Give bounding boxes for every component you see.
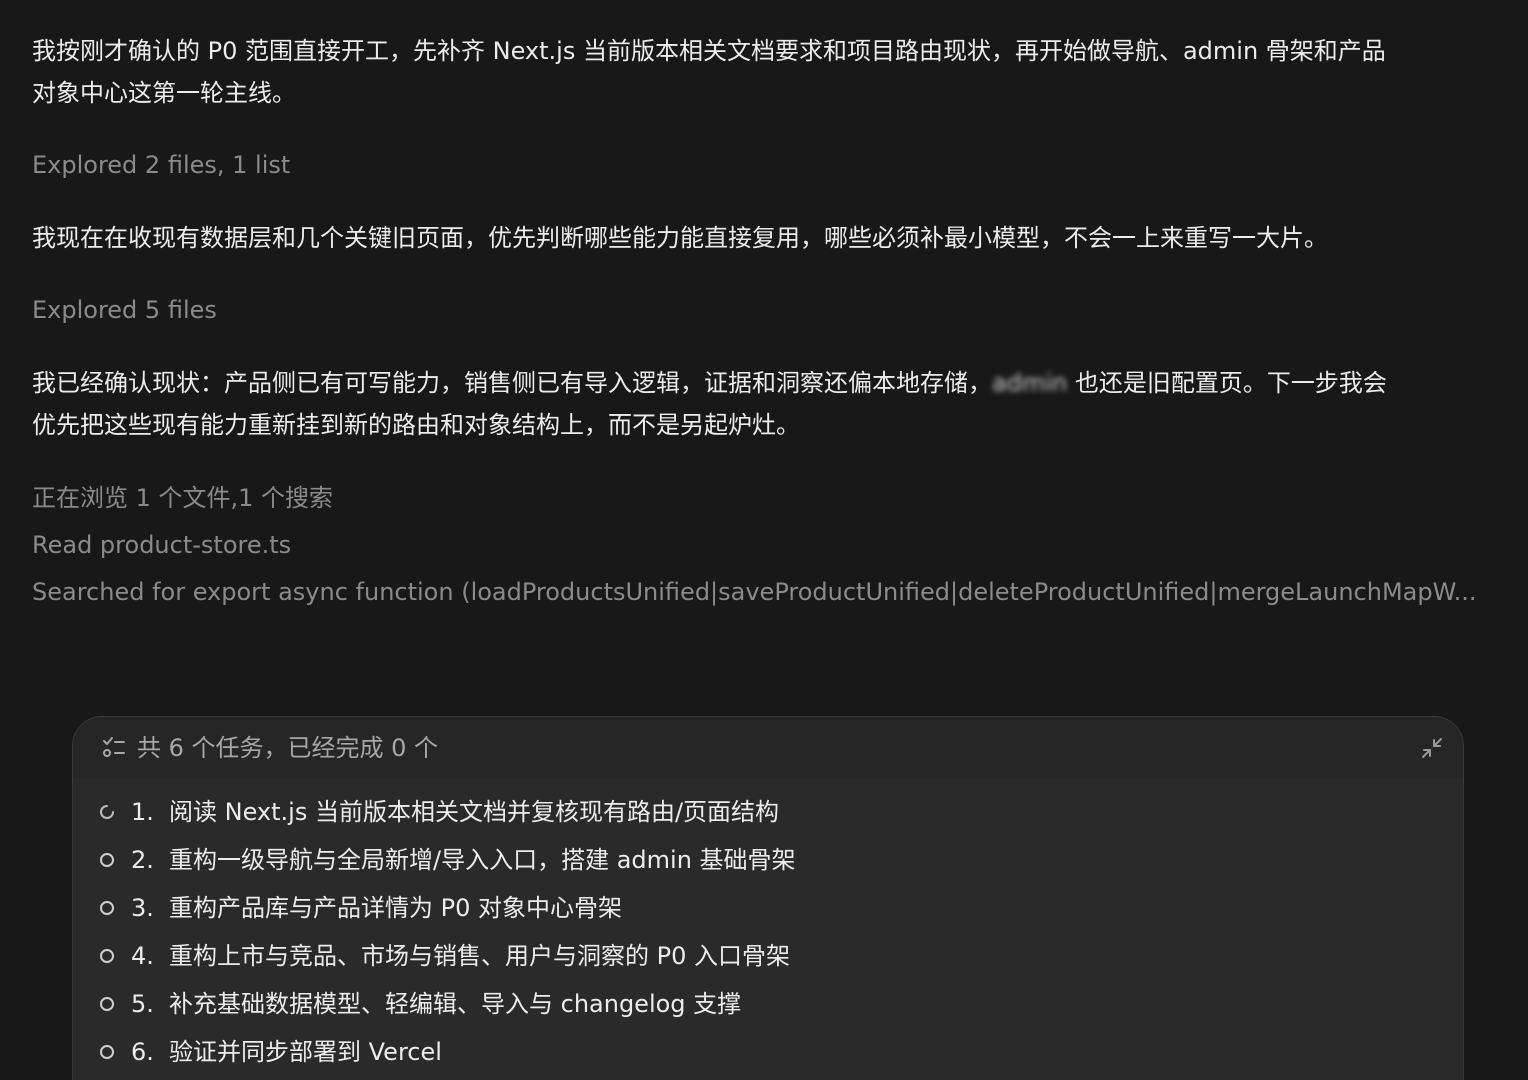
task-item[interactable]: 4. 重构上市与竞品、市场与销售、用户与洞察的 P0 入口骨架 <box>99 934 1399 978</box>
in-progress-spinner-icon <box>100 805 114 819</box>
task-text: 补充基础数据模型、轻编辑、导入与 changelog 支撑 <box>169 990 742 1018</box>
task-list: 1. 阅读 Next.js 当前版本相关文档并复核现有路由/页面结构 2. 重构… <box>73 779 1463 1080</box>
task-text: 重构一级导航与全局新增/导入入口，搭建 admin 基础骨架 <box>169 846 796 874</box>
message-text: 也还是旧配置页。下一步我会 <box>1067 369 1387 397</box>
task-text: 阅读 Next.js 当前版本相关文档并复核现有路由/页面结构 <box>169 798 780 826</box>
task-item[interactable]: 5. 补充基础数据模型、轻编辑、导入与 changelog 支撑 <box>99 982 1399 1026</box>
task-item[interactable]: 1. 阅读 Next.js 当前版本相关文档并复核现有路由/页面结构 <box>99 790 1399 834</box>
task-text: 重构上市与竞品、市场与销售、用户与洞察的 P0 入口骨架 <box>169 942 790 970</box>
task-summary: 共 6 个任务，已经完成 0 个 <box>137 734 439 762</box>
message-text: 我已经确认现状：产品侧已有可写能力，销售侧已有导入逻辑，证据和洞察还偏本地存储， <box>32 369 992 397</box>
task-number: 2. <box>131 846 154 874</box>
chat-transcript: 我按刚才确认的 P0 范围直接开工，先补齐 Next.js 当前版本相关文档要求… <box>0 0 1528 1080</box>
task-item[interactable]: 6. 验证并同步部署到 Vercel <box>99 1030 1399 1074</box>
checklist-icon <box>103 737 125 757</box>
task-text: 重构产品库与产品详情为 P0 对象中心骨架 <box>169 894 622 922</box>
message-line: 我现在在收现有数据层和几个关键旧页面，优先判断哪些能力能直接复用，哪些必须补最小… <box>32 224 1328 252</box>
task-panel-header[interactable]: 共 6 个任务，已经完成 0 个 <box>73 717 1463 779</box>
task-number: 5. <box>131 990 154 1018</box>
task-text: 验证并同步部署到 Vercel <box>169 1038 442 1066</box>
collapse-icon[interactable] <box>1419 735 1445 761</box>
pending-circle-icon <box>100 853 114 867</box>
explored-summary[interactable]: Explored 2 files, 1 list <box>32 148 290 182</box>
pending-circle-icon <box>100 901 114 915</box>
assistant-message: 我按刚才确认的 P0 范围直接开工，先补齐 Next.js 当前版本相关文档要求… <box>32 30 1502 114</box>
task-number: 6. <box>131 1038 154 1066</box>
browsing-status: 正在浏览 1 个文件,1 个搜索 <box>32 484 334 512</box>
task-number: 4. <box>131 942 154 970</box>
assistant-message: 我已经确认现状：产品侧已有可写能力，销售侧已有导入逻辑，证据和洞察还偏本地存储，… <box>32 362 1502 446</box>
pending-circle-icon <box>100 1045 114 1059</box>
message-line: 我按刚才确认的 P0 范围直接开工，先补齐 Next.js 当前版本相关文档要求… <box>32 37 1386 65</box>
message-line: 我已经确认现状：产品侧已有可写能力，销售侧已有导入逻辑，证据和洞察还偏本地存储，… <box>32 362 1502 404</box>
explored-summary[interactable]: Explored 5 files <box>32 293 217 327</box>
message-line: 优先把这些现有能力重新挂到新的路由和对象结构上，而不是另起炉灶。 <box>32 411 800 439</box>
read-file-entry[interactable]: Read product-store.ts <box>32 528 291 562</box>
search-entry[interactable]: Searched for export async function (load… <box>32 575 1498 609</box>
task-number: 1. <box>131 798 154 826</box>
task-number: 3. <box>131 894 154 922</box>
task-item[interactable]: 2. 重构一级导航与全局新增/导入入口，搭建 admin 基础骨架 <box>99 838 1399 882</box>
pending-circle-icon <box>100 997 114 1011</box>
task-item[interactable]: 3. 重构产品库与产品详情为 P0 对象中心骨架 <box>99 886 1399 930</box>
assistant-message: 我现在在收现有数据层和几个关键旧页面，优先判断哪些能力能直接复用，哪些必须补最小… <box>32 217 1502 259</box>
pending-circle-icon <box>100 949 114 963</box>
task-panel: 共 6 个任务，已经完成 0 个 1. 阅读 Next.js 当前版本相关文档并… <box>72 716 1464 1080</box>
blurred-text: admin <box>992 369 1068 397</box>
message-line: 对象中心这第一轮主线。 <box>32 79 296 107</box>
